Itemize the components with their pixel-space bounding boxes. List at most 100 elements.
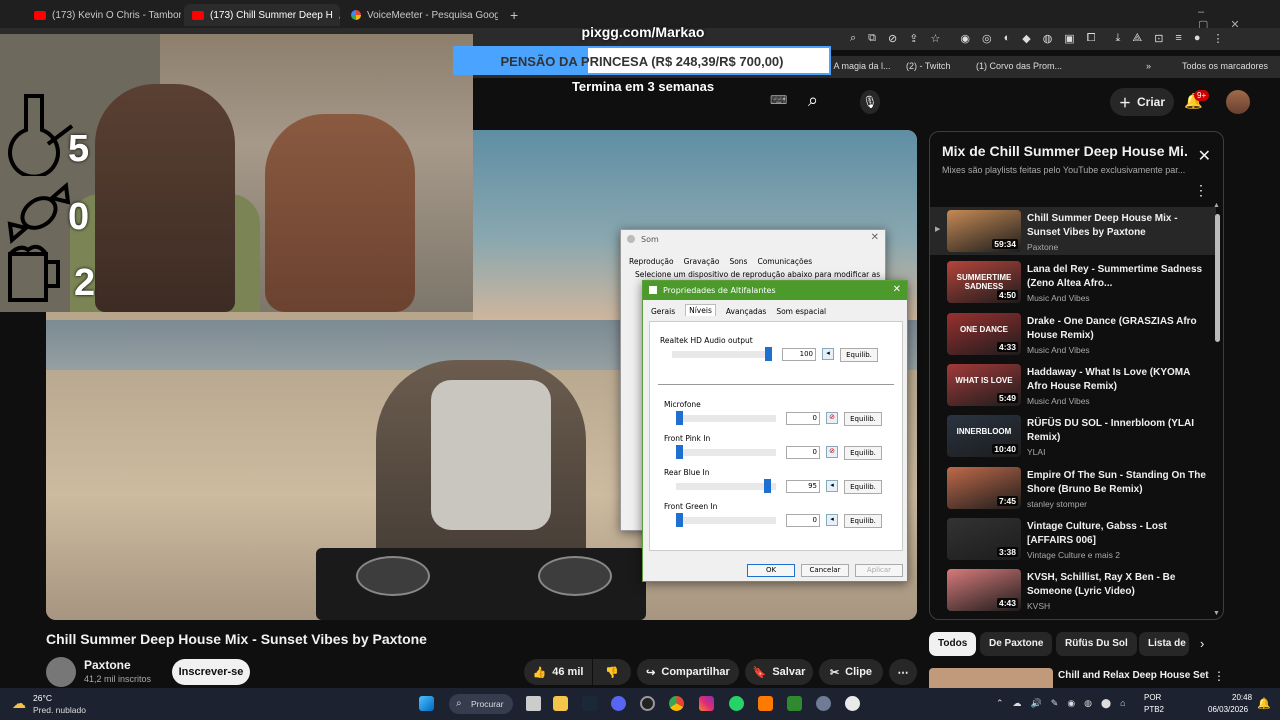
balance-button[interactable]: Equilib. — [844, 446, 882, 460]
playlist-scrollbar[interactable] — [1215, 214, 1220, 342]
close-icon[interactable]: ✕ — [1198, 146, 1211, 166]
tab-recording[interactable]: Gravação — [684, 257, 720, 266]
level-value[interactable]: 95 — [786, 480, 820, 493]
apply-button[interactable]: Aplicar — [855, 564, 903, 577]
channel-avatar[interactable] — [46, 657, 76, 687]
cancel-button[interactable]: Cancelar — [801, 564, 849, 577]
chip-all[interactable]: Todos — [929, 632, 977, 656]
network-icon[interactable]: ⌂ — [1120, 698, 1125, 709]
close-icon[interactable]: ✕ — [893, 284, 901, 295]
weather-temp[interactable]: 26°C — [33, 693, 52, 703]
volume-icon[interactable]: 🔊 — [1031, 698, 1042, 709]
puzzle-icon[interactable]: ⧠ — [1087, 32, 1096, 45]
eye-off-icon[interactable]: ⊘ — [888, 32, 897, 45]
settings-icon[interactable] — [816, 696, 831, 711]
chip-playlists[interactable]: Lista de — [1139, 632, 1189, 656]
extension-icon[interactable]: ◐ — [1004, 32, 1011, 45]
balance-button[interactable]: Equilib. — [844, 412, 882, 426]
tab-chill-summer[interactable]: (173) Chill Summer Deep H 🔊 ✕ — [184, 4, 340, 26]
extension-icon[interactable]: ▣ — [1064, 32, 1074, 45]
notification-bell-icon[interactable]: 🔔 — [1257, 697, 1271, 710]
bookmark-item[interactable]: (2) - Twitch — [906, 61, 950, 71]
level-slider[interactable] — [676, 449, 776, 456]
scroll-up-icon[interactable]: ▲ — [1213, 202, 1220, 209]
discord-icon[interactable] — [611, 696, 626, 711]
tab-sounds[interactable]: Sons — [729, 257, 747, 266]
close-icon[interactable]: ✕ — [871, 232, 879, 243]
speaker-icon[interactable]: ◂ — [822, 348, 834, 360]
chip-rufus-du-sol[interactable]: Rüfüs Du Sol — [1056, 632, 1137, 656]
level-slider[interactable] — [676, 483, 776, 490]
all-bookmarks[interactable]: Todos os marcadores — [1182, 61, 1268, 71]
playlist-item[interactable]: 7:45 Empire Of The Sun - Standing On The … — [930, 464, 1216, 512]
chevron-up-icon[interactable]: ⌃ — [996, 698, 1004, 709]
extension-icon[interactable]: ◎ — [982, 32, 992, 45]
level-slider[interactable] — [676, 517, 776, 524]
playlist-item[interactable]: ONE DANCE 4:33 Drake - One Dance (GRASZIAS… — [930, 310, 1216, 358]
share-button[interactable]: ↪ Compartilhar — [637, 659, 739, 685]
level-slider-thumb[interactable] — [765, 347, 772, 361]
speaker-icon[interactable]: 🔊 — [339, 10, 340, 21]
more-actions-button[interactable]: ⋯ — [889, 659, 917, 685]
instagram-icon[interactable] — [699, 696, 714, 711]
profile-icon[interactable]: ● — [1194, 32, 1201, 45]
media-icon[interactable]: ≡ — [1175, 32, 1181, 45]
bookmark-item[interactable]: (1) Corvo das Prom... — [976, 61, 1062, 71]
save-button[interactable]: 🔖 Salvar — [745, 659, 813, 685]
task-view-icon[interactable] — [526, 696, 541, 711]
tab-voicemeeter-search[interactable]: VoiceMeeter - Pesquisa Google ✕ — [343, 4, 498, 26]
whatsapp-icon[interactable] — [729, 696, 744, 711]
star-icon[interactable]: ☆ — [930, 32, 940, 45]
app-icon[interactable] — [845, 696, 860, 711]
more-vertical-icon[interactable]: ⋮ — [1194, 182, 1208, 199]
tab-advanced[interactable]: Avançadas — [726, 307, 766, 316]
weather-desc[interactable]: Pred. nublado — [33, 705, 86, 715]
level-slider[interactable] — [676, 415, 776, 422]
extension-icon[interactable]: ◍ — [1043, 32, 1053, 45]
playlist-item[interactable]: ▶ 59:34 Chill Summer Deep House Mix - Suns… — [930, 207, 1216, 255]
tab-kevin-o-chris[interactable]: (173) Kevin O Chris - Tamborzã ✕ — [26, 4, 181, 26]
language-indicator[interactable]: POR — [1144, 693, 1161, 702]
level-slider-thumb[interactable] — [676, 513, 683, 527]
download-icon[interactable]: ⤓ — [1116, 32, 1121, 45]
cloud-icon[interactable]: ☁ — [1013, 698, 1022, 709]
chevron-right-icon[interactable]: » — [1146, 61, 1151, 71]
balance-button[interactable]: Equilib. — [844, 480, 882, 494]
playlist-item[interactable]: INNERBLOOM 10:40 RÜFÜS DU SOL - Innerbloom… — [930, 412, 1216, 460]
level-slider-thumb[interactable] — [764, 479, 772, 493]
level-slider-thumb[interactable] — [676, 445, 683, 459]
tab-general[interactable]: Gerais — [651, 307, 675, 316]
soundcloud-icon[interactable] — [758, 696, 773, 711]
share-icon[interactable]: ⇪ — [909, 32, 918, 45]
clip-button[interactable]: ✂ Clipe — [819, 659, 883, 685]
extension-icon[interactable]: ◆ — [1022, 32, 1030, 45]
menu-icon[interactable]: ⋮ — [1213, 32, 1224, 45]
keyboard-icon[interactable]: ⌨ — [770, 93, 787, 107]
obs-icon[interactable] — [640, 696, 655, 711]
playlist-item[interactable]: 4:43 KVSH, Schillist, Ray X Ben - Be Some… — [930, 566, 1216, 614]
dislike-button[interactable]: 👎 — [593, 659, 631, 685]
balance-button[interactable]: Equilib. — [840, 348, 878, 362]
level-value[interactable]: 0 — [786, 514, 820, 527]
avatar[interactable] — [1226, 90, 1250, 114]
app-tray-icon[interactable]: ◉ — [1067, 698, 1075, 709]
pen-icon[interactable]: ✎ — [1051, 698, 1059, 709]
new-tab-button[interactable]: + — [502, 4, 522, 26]
level-value[interactable]: 0 — [786, 412, 820, 425]
muted-speaker-icon[interactable]: ⊘ — [826, 446, 838, 458]
level-value[interactable]: 0 — [786, 446, 820, 459]
speaker-icon[interactable]: ◂ — [826, 480, 838, 492]
tab-levels[interactable]: Níveis — [685, 304, 716, 316]
clock-time[interactable]: 20:48 — [1232, 693, 1252, 702]
windows-start-icon[interactable] — [419, 696, 434, 711]
extension-icon[interactable]: ◉ — [960, 32, 970, 45]
chevron-right-icon[interactable]: › — [1200, 636, 1204, 651]
playlist-item[interactable]: SUMMERTIME SADNESS 4:50 Lana del Rey - Sum… — [930, 258, 1216, 306]
next-video-item[interactable]: Chill and Relax Deep House Set ⋮ — [929, 668, 1280, 688]
create-button[interactable]: ＋ Criar — [1110, 88, 1174, 116]
bookmark-item[interactable]: r: A magia da l... — [826, 61, 891, 71]
playlist-item[interactable]: WHAT IS LOVE 5:49 Haddaway - What Is Love … — [930, 361, 1216, 409]
file-explorer-icon[interactable] — [553, 696, 568, 711]
level-slider-thumb[interactable] — [676, 411, 683, 425]
ok-button[interactable]: OK — [747, 564, 795, 577]
